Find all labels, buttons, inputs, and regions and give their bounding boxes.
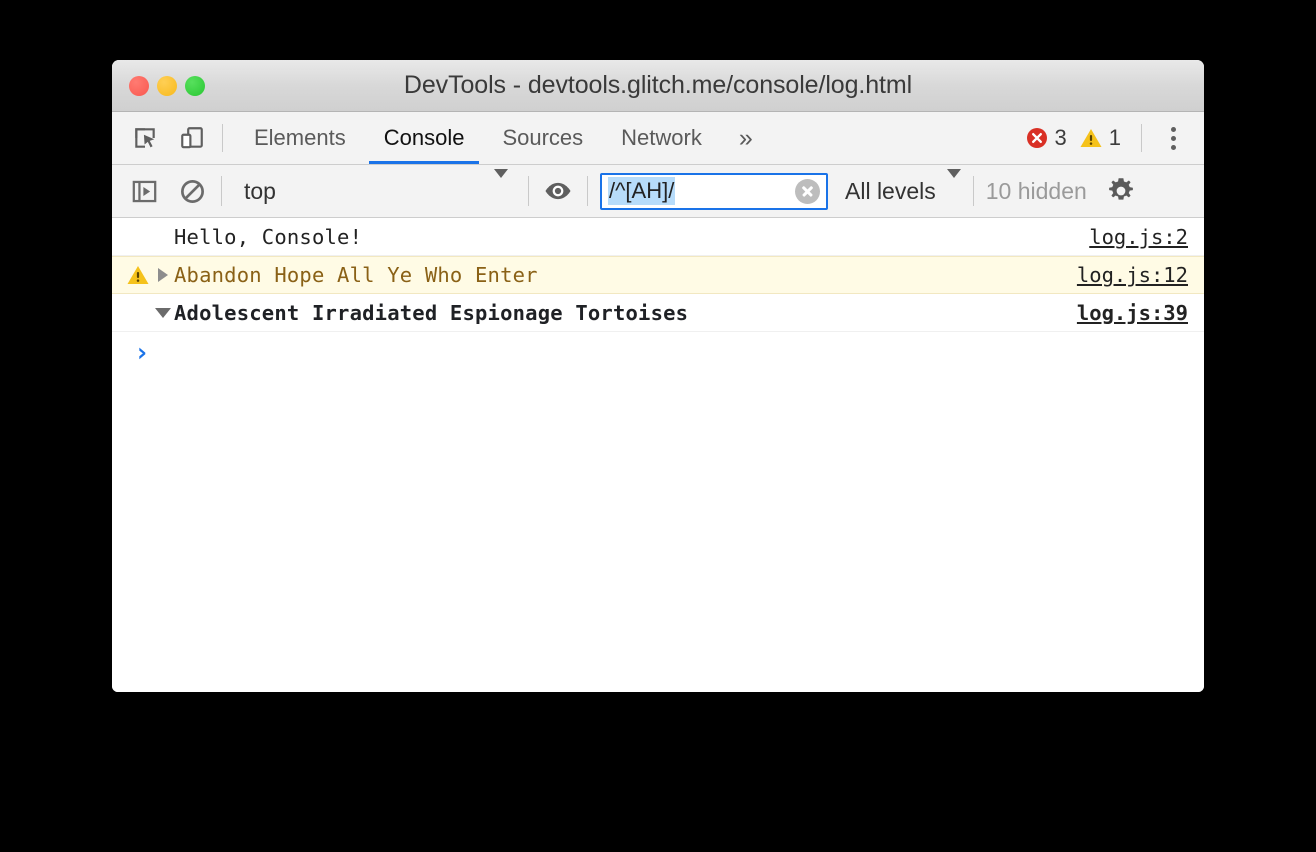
panel-tabs: Elements Console Sources Network » <box>235 112 771 164</box>
table-row[interactable]: Hello, Console! log.js:2 <box>112 218 1204 256</box>
live-expression-eye-icon <box>545 182 571 200</box>
device-toolbar-icon <box>181 127 203 149</box>
console-sidebar-icon <box>132 180 156 202</box>
message-source-link[interactable]: log.js:39 <box>1077 301 1188 325</box>
tabbar-tools <box>112 112 209 164</box>
live-expression-button[interactable] <box>541 174 575 208</box>
gear-icon <box>1108 178 1133 200</box>
inspect-element-icon <box>135 128 155 148</box>
inspect-element-button[interactable] <box>128 121 162 155</box>
message-level-gutter <box>126 263 152 287</box>
warning-triangle-icon <box>1080 129 1102 147</box>
screenshot-stage: DevTools - devtools.glitch.me/console/lo… <box>0 0 1316 852</box>
kebab-menu-icon <box>1170 135 1176 141</box>
window-title: DevTools - devtools.glitch.me/console/lo… <box>403 71 913 99</box>
error-count-value: 3 <box>1054 125 1067 150</box>
console-sidebar-button[interactable] <box>127 174 161 208</box>
tab-console[interactable]: Console <box>365 112 484 164</box>
execution-context-select[interactable]: top <box>234 168 516 208</box>
close-button[interactable] <box>129 75 149 96</box>
toolbar-divider <box>528 176 529 206</box>
status-divider <box>1141 124 1142 152</box>
warning-count-badge[interactable]: 1 <box>1073 126 1127 150</box>
expand-message-triangle[interactable] <box>152 268 174 282</box>
message-text: Adolescent Irradiated Espionage Tortoise… <box>174 300 689 325</box>
main-menu-button[interactable] <box>1156 121 1190 155</box>
error-count-badge[interactable]: 3 <box>1019 126 1073 150</box>
tabbar-status: 3 1 <box>1019 112 1205 164</box>
console-toolbar: top /^[AH]/ All levels 10 hidden <box>112 165 1204 218</box>
hidden-messages-count[interactable]: 10 hidden <box>986 178 1087 205</box>
window-controls <box>129 75 205 96</box>
tab-elements[interactable]: Elements <box>235 112 365 164</box>
tabbar-divider <box>222 124 223 152</box>
warning-count-value: 1 <box>1108 125 1121 150</box>
toolbar-divider <box>587 176 588 206</box>
clear-console-button[interactable] <box>175 174 209 208</box>
message-source-link[interactable]: log.js:12 <box>1077 263 1188 287</box>
devtools-window: DevTools - devtools.glitch.me/console/lo… <box>112 60 1204 692</box>
table-row[interactable]: Adolescent Irradiated Espionage Tortoise… <box>112 294 1204 332</box>
chevron-down-icon <box>946 168 961 205</box>
clear-console-icon <box>180 179 204 203</box>
log-levels-select[interactable]: All levels <box>845 168 961 205</box>
filter-input[interactable]: /^[AH]/ <box>600 172 828 210</box>
minimize-button[interactable] <box>157 75 177 96</box>
kebab-menu-icon <box>1170 126 1176 132</box>
console-settings-button[interactable] <box>1104 174 1138 208</box>
device-toolbar-button[interactable] <box>175 121 209 155</box>
prompt-chevron-icon: › <box>134 338 150 368</box>
toolbar-divider <box>221 176 222 206</box>
tab-network[interactable]: Network <box>602 112 721 164</box>
console-prompt[interactable]: › <box>112 332 1204 374</box>
error-circle-icon <box>1026 128 1047 148</box>
collapse-group-triangle[interactable] <box>152 307 174 318</box>
chevron-down-icon <box>494 168 508 205</box>
clear-input-icon[interactable] <box>795 178 820 204</box>
more-tabs-button[interactable]: » <box>721 112 771 164</box>
warning-triangle-icon <box>127 266 149 284</box>
kebab-menu-icon <box>1170 144 1176 150</box>
devtools-tabbar: Elements Console Sources Network » 3 1 <box>112 112 1204 165</box>
message-source-link[interactable]: log.js:2 <box>1089 225 1188 249</box>
message-text: Hello, Console! <box>174 224 363 249</box>
table-row[interactable]: Abandon Hope All Ye Who Enter log.js:12 <box>112 256 1204 294</box>
execution-context-value: top <box>244 177 276 204</box>
log-levels-value: All levels <box>845 177 936 204</box>
tab-sources[interactable]: Sources <box>483 112 602 164</box>
filter-input-value: /^[AH]/ <box>608 177 676 205</box>
maximize-button[interactable] <box>185 75 205 96</box>
toolbar-divider <box>972 176 974 206</box>
console-message-list: Hello, Console! log.js:2 Abandon Hope Al… <box>112 218 1204 692</box>
window-titlebar: DevTools - devtools.glitch.me/console/lo… <box>112 60 1204 112</box>
message-text: Abandon Hope All Ye Who Enter <box>174 263 538 287</box>
